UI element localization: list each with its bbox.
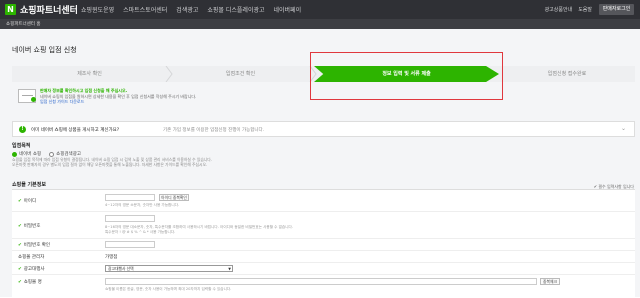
form-row-password: ✔ 비밀번호 8~16자의 영문 대소문자, 숫자, 특수문자를 조합하여 사용하… (12, 212, 635, 239)
shop-name-check-button[interactable]: 중복체크 (540, 278, 560, 285)
form-row-agency: ✔ 광고대행사 광고대행사 선택 (12, 263, 635, 275)
nav-item-naverpay[interactable]: 네이버페이 (274, 5, 302, 14)
naver-logo-icon[interactable]: N (5, 4, 16, 15)
label-text: 비밀번호 확인 (23, 243, 51, 248)
form-row-admin: 쇼핑몰 관리자 가맹점 (12, 251, 635, 263)
step-application-complete: 입점신청 접수완료 (547, 71, 587, 77)
label-text: 비밀번호 (23, 224, 41, 229)
nav-item-smartstore[interactable]: 스마트스토어센터 (123, 5, 167, 14)
shop-name-hint: 쇼핑몰 이름은 한글, 영문, 숫자 사용이 가능하며 최대 20자까지 입력할… (105, 287, 232, 291)
highlight-box (310, 52, 503, 100)
guide-download-link[interactable]: 입점 신청 가이드 다운로드 (40, 99, 196, 105)
required-check-icon: ✔ (18, 199, 22, 204)
form-label: 쇼핑몰 관리자 (18, 254, 44, 260)
exclamation-icon: ! (19, 126, 26, 133)
nav-item-shopping-window[interactable]: 쇼핑윈도운영 (81, 5, 114, 14)
notice-question: 이미 네이버 쇼핑에 상품을 게시하고 계신가요? (31, 128, 120, 133)
shop-name-input[interactable] (105, 278, 537, 285)
admin-value: 가맹점 (105, 255, 118, 260)
existing-seller-notice[interactable]: ! 이미 네이버 쇼핑에 상품을 게시하고 계신가요? 기존 가입 정보를 이용… (12, 121, 635, 137)
label-text: 쇼핑몰 관리자 (18, 255, 45, 260)
agency-select[interactable]: 광고대행사 선택 (105, 265, 233, 272)
notice-description: 기존 가입 정보를 이용한 입점신청 진행이 가능합니다. (163, 128, 265, 133)
password-hint-2: 특수문자 ! @ # $ % ^ & * 사용 가능합니다. (105, 230, 176, 234)
form-label: ✔ 쇼핑몰 명 (18, 279, 42, 285)
shop-info-form: ✔ 아이디 아이디 중복확인 4~12자의 영문 소문자, 숫자만 사용 가능합니… (12, 189, 635, 297)
top-navigation-bar: N 쇼핑파트너센터 쇼핑윈도운영 스마트스토어센터 검색광고 쇼핑몰 디스플레이… (0, 0, 640, 19)
password-hint: 8~16자의 영문 대소문자, 숫자, 특수문자를 조합하여 사용하시기 바랍니… (105, 225, 293, 229)
password-confirm-input[interactable] (105, 241, 155, 248)
breadcrumb-home[interactable]: 쇼핑파트너센터 홈 (6, 21, 41, 27)
password-input[interactable] (105, 215, 155, 222)
form-row-password-confirm: ✔ 비밀번호 확인 (12, 239, 635, 251)
id-duplicate-check-button[interactable]: 아이디 중복확인 (159, 194, 189, 201)
purpose-description-2: 오픈마켓 판매자의 경우 별도의 입점 절차 없이 해당 오픈마켓을 통해 노출… (12, 162, 208, 167)
label-text: 아이디 (23, 199, 37, 204)
form-label: ✔ 광고대행사 (18, 266, 44, 272)
step-chevron-icon (165, 66, 173, 82)
label-text: 쇼핑몰 명 (23, 280, 42, 285)
purpose-section: 입점목적 네이버 쇼핑 쇼핑검색광고 쇼핑몰 입점 목적에 따라 입점 유형이 … (12, 142, 635, 172)
form-label: ✔ 비밀번호 확인 (18, 242, 50, 248)
seller-login-button[interactable]: 판매자로그인 (599, 4, 634, 15)
form-label: ✔ 아이디 (18, 198, 36, 204)
id-hint: 4~12자의 영문 소문자, 숫자만 사용 가능합니다. (105, 203, 180, 207)
required-check-icon: ✔ (18, 280, 22, 285)
brand-title[interactable]: 쇼핑파트너센터 (20, 3, 78, 16)
help-link[interactable]: 도움말 (578, 6, 592, 13)
required-check-icon: ✔ (18, 224, 22, 229)
main-nav: 쇼핑윈도운영 스마트스토어센터 검색광고 쇼핑몰 디스플레이광고 네이버페이 (81, 5, 301, 14)
form-row-id: ✔ 아이디 아이디 중복확인 4~12자의 영문 소문자, 숫자만 사용 가능합니… (12, 190, 635, 212)
form-row-shop-name: ✔ 쇼핑몰 명 중복체크 쇼핑몰 이름은 한글, 영문, 숫자 사용이 가능하며 … (12, 275, 635, 298)
radio-unselected-icon[interactable] (49, 151, 55, 157)
info-message: 판매자 정보를 확인하시고 입점 신청을 해 주십시오. 네이버 쇼핑의 입점을… (40, 88, 196, 105)
utility-links: 광고상품안내 도움말 (545, 6, 592, 13)
label-text: 광고대행사 (23, 267, 45, 272)
document-illustration-icon (18, 89, 36, 103)
nav-item-display-ads[interactable]: 쇼핑몰 디스플레이광고 (207, 5, 264, 14)
required-check-icon: ✔ (18, 243, 22, 248)
ad-products-link[interactable]: 광고상품안내 (545, 6, 573, 13)
step-conditions-check: 입점조건 확인 (225, 71, 256, 77)
purpose-title: 입점목적 (12, 143, 31, 149)
chevron-down-icon[interactable]: ⌄ (621, 125, 626, 132)
required-check-icon: ✔ (18, 267, 22, 272)
form-section-title: 쇼핑몰 기본정보 (12, 182, 46, 188)
radio-selected-icon[interactable] (12, 151, 17, 157)
id-input[interactable] (105, 194, 155, 201)
form-label: ✔ 비밀번호 (18, 223, 40, 229)
page-title: 네이버 쇼핑 입점 신청 (12, 46, 77, 54)
nav-item-search-ads[interactable]: 검색광고 (176, 5, 198, 14)
step-manufacturer-check: 제조사 확인 (77, 71, 102, 77)
sub-navigation-bar: 쇼핑파트너센터 홈 (0, 19, 640, 29)
